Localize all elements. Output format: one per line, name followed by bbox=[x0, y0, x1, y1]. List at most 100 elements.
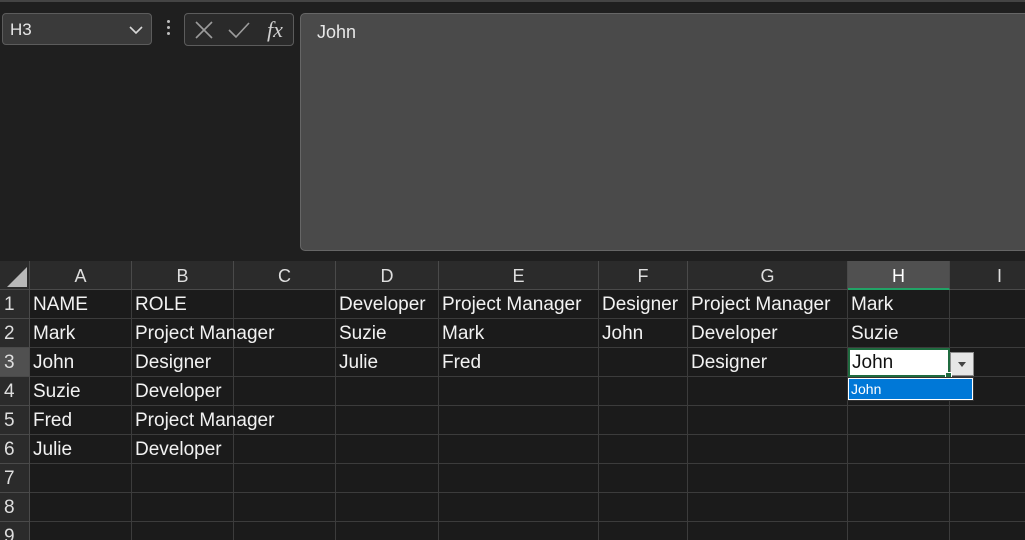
cell-f1[interactable]: Designer bbox=[599, 290, 688, 319]
cell-c6[interactable] bbox=[234, 435, 336, 464]
cell-c7[interactable] bbox=[234, 464, 336, 493]
cell-g6[interactable] bbox=[688, 435, 848, 464]
cell-e9[interactable] bbox=[439, 522, 599, 540]
cell-f7[interactable] bbox=[599, 464, 688, 493]
cell-c9[interactable] bbox=[234, 522, 336, 540]
cell-h2[interactable]: Suzie bbox=[848, 319, 950, 348]
cell-b7[interactable] bbox=[132, 464, 234, 493]
row-header-9[interactable]: 9 bbox=[0, 522, 30, 540]
cell-e7[interactable] bbox=[439, 464, 599, 493]
cell-i6[interactable] bbox=[950, 435, 1025, 464]
row-header-5[interactable]: 5 bbox=[0, 406, 30, 435]
cell-g2[interactable]: Developer bbox=[688, 319, 848, 348]
cell-f6[interactable] bbox=[599, 435, 688, 464]
cell-f2[interactable]: John bbox=[599, 319, 688, 348]
cell-i1[interactable] bbox=[950, 290, 1025, 319]
column-header-b[interactable]: B bbox=[132, 261, 234, 290]
insert-function-icon[interactable]: fx bbox=[261, 14, 289, 45]
cancel-icon[interactable] bbox=[193, 14, 215, 45]
cell-b4[interactable]: Developer bbox=[132, 377, 234, 406]
cell-c1[interactable] bbox=[234, 290, 336, 319]
cell-h6[interactable] bbox=[848, 435, 950, 464]
cell-g4[interactable] bbox=[688, 377, 848, 406]
cell-a2[interactable]: Mark bbox=[30, 319, 132, 348]
cell-h3[interactable]: John bbox=[848, 348, 950, 377]
cell-f9[interactable] bbox=[599, 522, 688, 540]
cell-c8[interactable] bbox=[234, 493, 336, 522]
cell-f4[interactable] bbox=[599, 377, 688, 406]
cell-b5[interactable]: Project Manager bbox=[132, 406, 274, 435]
cell-e3[interactable]: Fred bbox=[439, 348, 599, 377]
cell-a7[interactable] bbox=[30, 464, 132, 493]
cell-e4[interactable] bbox=[439, 377, 599, 406]
row-header-8[interactable]: 8 bbox=[0, 493, 30, 522]
cell-d4[interactable] bbox=[336, 377, 439, 406]
cell-h5[interactable] bbox=[848, 406, 950, 435]
row-header-3[interactable]: 3 bbox=[0, 348, 30, 377]
cell-b6[interactable]: Developer bbox=[132, 435, 234, 464]
cell-c5[interactable] bbox=[234, 406, 336, 435]
cell-e1[interactable]: Project Manager bbox=[439, 290, 599, 319]
cell-h7[interactable] bbox=[848, 464, 950, 493]
row-header-4[interactable]: 4 bbox=[0, 377, 30, 406]
cell-g3[interactable]: Designer bbox=[688, 348, 848, 377]
column-header-a[interactable]: A bbox=[30, 261, 132, 290]
cell-f3[interactable] bbox=[599, 348, 688, 377]
cell-f5[interactable] bbox=[599, 406, 688, 435]
cell-d1[interactable]: Developer bbox=[336, 290, 439, 319]
cell-a8[interactable] bbox=[30, 493, 132, 522]
cell-c4[interactable] bbox=[234, 377, 336, 406]
cell-e8[interactable] bbox=[439, 493, 599, 522]
cell-i9[interactable] bbox=[950, 522, 1025, 540]
more-options-icon[interactable] bbox=[167, 20, 171, 40]
cell-a9[interactable] bbox=[30, 522, 132, 540]
column-header-f[interactable]: F bbox=[599, 261, 688, 290]
column-header-c[interactable]: C bbox=[234, 261, 336, 290]
select-all-corner[interactable] bbox=[0, 261, 30, 290]
formula-bar[interactable]: John bbox=[300, 13, 1025, 251]
cell-b8[interactable] bbox=[132, 493, 234, 522]
cell-g9[interactable] bbox=[688, 522, 848, 540]
cell-b3[interactable]: Designer bbox=[132, 348, 234, 377]
cell-c2[interactable] bbox=[234, 319, 336, 348]
cell-h8[interactable] bbox=[848, 493, 950, 522]
cell-d7[interactable] bbox=[336, 464, 439, 493]
column-header-h[interactable]: H bbox=[848, 261, 950, 290]
cell-i5[interactable] bbox=[950, 406, 1025, 435]
cell-a1[interactable]: NAME bbox=[30, 290, 132, 319]
cell-g7[interactable] bbox=[688, 464, 848, 493]
column-header-i[interactable]: I bbox=[950, 261, 1025, 290]
cell-a6[interactable]: Julie bbox=[30, 435, 132, 464]
cell-i2[interactable] bbox=[950, 319, 1025, 348]
cell-f8[interactable] bbox=[599, 493, 688, 522]
cell-e5[interactable] bbox=[439, 406, 599, 435]
cell-d9[interactable] bbox=[336, 522, 439, 540]
cell-c3[interactable] bbox=[234, 348, 336, 377]
cell-d5[interactable] bbox=[336, 406, 439, 435]
cell-i7[interactable] bbox=[950, 464, 1025, 493]
column-header-d[interactable]: D bbox=[336, 261, 439, 290]
cell-d2[interactable]: Suzie bbox=[336, 319, 439, 348]
name-box[interactable]: H3 bbox=[2, 13, 152, 45]
cell-b1[interactable]: ROLE bbox=[132, 290, 234, 319]
row-header-7[interactable]: 7 bbox=[0, 464, 30, 493]
dropdown-option[interactable]: John bbox=[849, 379, 972, 399]
chevron-down-icon[interactable] bbox=[129, 23, 143, 37]
cell-d8[interactable] bbox=[336, 493, 439, 522]
cell-h9[interactable] bbox=[848, 522, 950, 540]
cell-e6[interactable] bbox=[439, 435, 599, 464]
column-header-g[interactable]: G bbox=[688, 261, 848, 290]
cell-b2[interactable]: Project Manager bbox=[132, 319, 274, 348]
cell-i8[interactable] bbox=[950, 493, 1025, 522]
cell-g8[interactable] bbox=[688, 493, 848, 522]
cell-d6[interactable] bbox=[336, 435, 439, 464]
cell-e2[interactable]: Mark bbox=[439, 319, 599, 348]
cell-b9[interactable] bbox=[132, 522, 234, 540]
cell-g1[interactable]: Project Manager bbox=[688, 290, 848, 319]
enter-check-icon[interactable] bbox=[227, 14, 251, 45]
cell-a4[interactable]: Suzie bbox=[30, 377, 132, 406]
row-header-2[interactable]: 2 bbox=[0, 319, 30, 348]
cell-a5[interactable]: Fred bbox=[30, 406, 132, 435]
column-header-e[interactable]: E bbox=[439, 261, 599, 290]
cell-d3[interactable]: Julie bbox=[336, 348, 439, 377]
